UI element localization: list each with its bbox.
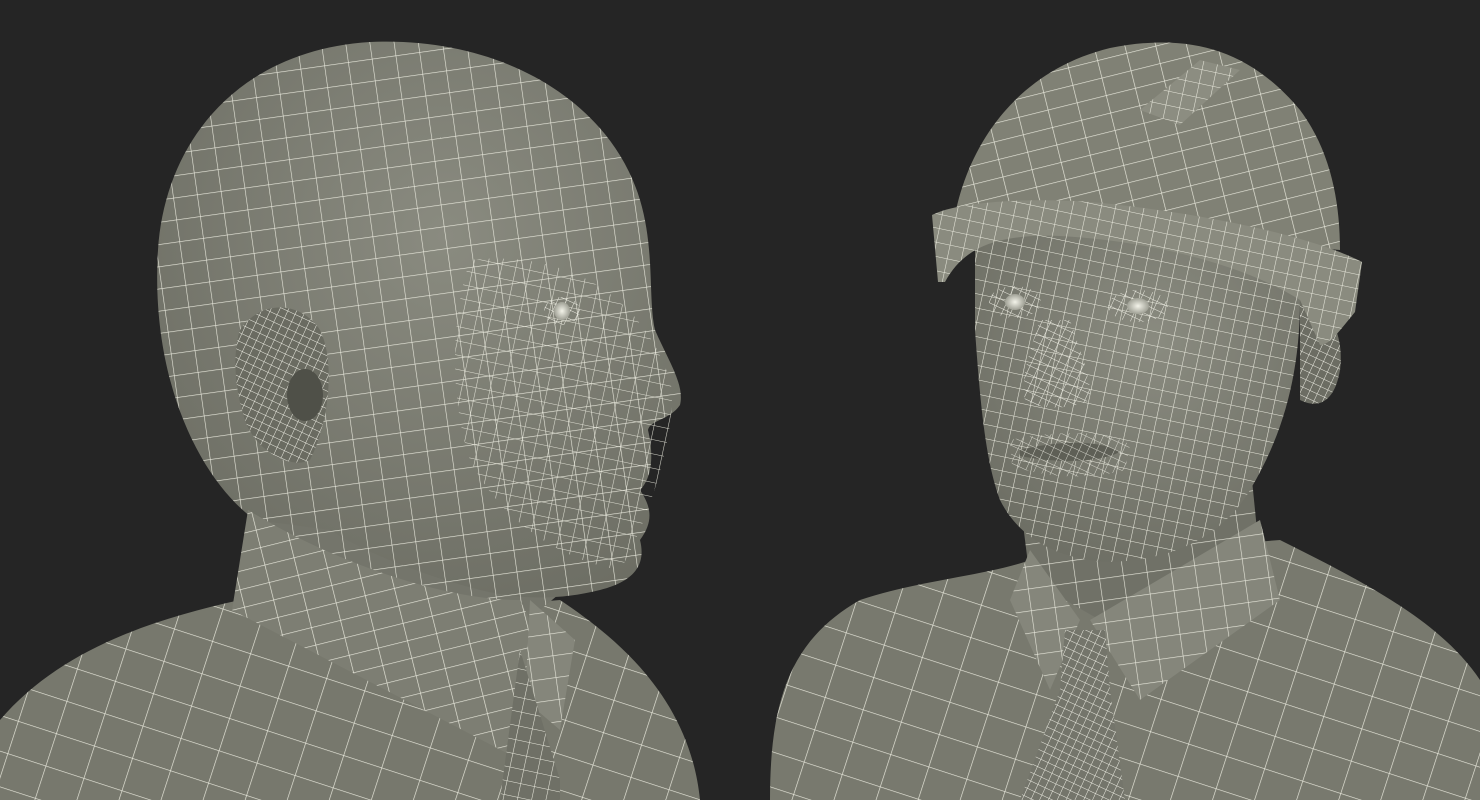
front-view	[770, 42, 1480, 800]
wireframe-render	[0, 41, 1480, 800]
side-view	[0, 41, 700, 800]
render-viewport	[0, 0, 1480, 800]
